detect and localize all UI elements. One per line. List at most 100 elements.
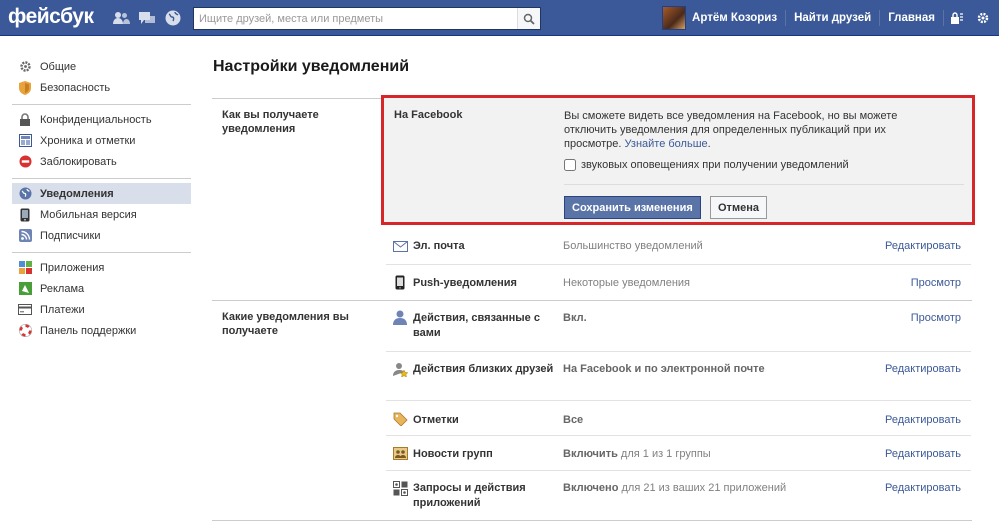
mobile-icon [18, 208, 32, 222]
phone-icon [392, 274, 408, 290]
row-value: Вкл. [563, 311, 587, 326]
list-item-your-activity: Действия, связанные с вами Вкл. Просмотр [386, 301, 971, 351]
envelope-icon [392, 238, 408, 254]
settings-sidebar: Общие Безопасность Конфиденциальность Хр… [12, 52, 191, 347]
sidebar-item-privacy[interactable]: Конфиденциальность [12, 109, 191, 130]
sidebar-group: Общие Безопасность [12, 52, 191, 105]
privacy-shortcuts-icon[interactable] [947, 8, 967, 28]
sidebar-item-notifications[interactable]: Уведомления [12, 183, 191, 204]
edit-link[interactable]: Редактировать [885, 239, 961, 254]
edit-link[interactable]: Редактировать [885, 447, 961, 462]
sound-alerts-option[interactable]: звуковых оповещениях при получении уведо… [564, 159, 849, 171]
sidebar-item-ads[interactable]: Реклама [12, 278, 191, 299]
what-you-get-section: Какие уведомления вы получаете Действия,… [212, 300, 972, 520]
search-button[interactable] [517, 8, 540, 29]
list-item-app-requests: Запросы и действия приложений Включено д… [386, 470, 971, 518]
list-item-group-news: Новости групп Включить для 1 из 1 группы… [386, 435, 971, 470]
row-value-rest: для 21 из ваших 21 приложений [618, 482, 787, 494]
search-icon [523, 13, 535, 25]
row-value: Включить для 1 из 1 группы [563, 447, 711, 462]
sidebar-item-label: Панель поддержки [40, 324, 137, 337]
nav-divider [943, 10, 944, 26]
sidebar-item-timeline[interactable]: Хроника и отметки [12, 130, 191, 151]
find-friends-link[interactable]: Найти друзей [786, 12, 879, 24]
row-value: Включено для 21 из ваших 21 приложений [563, 481, 786, 496]
row-name: Push-уведомления [413, 277, 517, 289]
row-name: Новости групп [413, 448, 493, 460]
save-changes-button[interactable]: Сохранить изменения [564, 196, 701, 219]
edit-link[interactable]: Редактировать [885, 481, 961, 496]
section-label: Какие уведомления вы получаете [222, 311, 349, 337]
sidebar-item-label: Мобильная версия [40, 208, 137, 221]
divider [564, 184, 964, 185]
notification-settings-main: Настройки уведомлений Как вы получаете у… [212, 58, 975, 521]
sidebar-item-general[interactable]: Общие [12, 56, 191, 77]
search-input[interactable] [194, 8, 514, 29]
sidebar-item-blocking[interactable]: Заблокировать [12, 151, 191, 172]
row-value-bold: Вкл. [563, 312, 587, 324]
list-item-tags: Отметки Все Редактировать [386, 400, 971, 435]
tag-icon [392, 411, 408, 427]
row-value-bold: Все [563, 414, 584, 426]
view-link[interactable]: Просмотр [911, 311, 961, 326]
row-value: Все [563, 413, 583, 428]
sidebar-item-label: Безопасность [40, 81, 111, 94]
sidebar-item-security[interactable]: Безопасность [12, 77, 191, 98]
row-value-bold: На Facebook и по электронной почте [563, 363, 765, 375]
friend-requests-icon[interactable] [112, 9, 130, 27]
rss-icon [18, 229, 32, 243]
notifications-globe-icon[interactable] [164, 9, 182, 27]
sidebar-item-label: Конфиденциальность [40, 113, 152, 126]
row-name: Отметки [413, 414, 459, 426]
ads-icon [18, 282, 32, 296]
avatar[interactable] [662, 6, 687, 30]
sidebar-item-mobile[interactable]: Мобильная версия [12, 204, 191, 225]
facebook-logo[interactable]: фейсбук [8, 5, 94, 29]
sidebar-item-support[interactable]: Панель поддержки [12, 320, 191, 341]
sidebar-item-label: Общие [40, 60, 77, 73]
payments-icon [18, 303, 32, 317]
sidebar-item-followers[interactable]: Подписчики [12, 225, 191, 246]
row-value-bold: Включить [563, 448, 618, 460]
row-name: Эл. почта [413, 240, 465, 252]
on-facebook-panel: На Facebook Вы сможете видеть все уведом… [381, 95, 975, 225]
row-name: Действия близких друзей [413, 363, 554, 375]
row-name: Действия, связанные с вами [413, 312, 540, 339]
profile-link[interactable]: Артём Козориз [692, 12, 785, 24]
edit-link[interactable]: Редактировать [885, 413, 961, 428]
person-icon [392, 309, 408, 325]
row-value: Большинство уведомлений [563, 240, 703, 252]
top-nav: Артём Козориз Найти друзей Главная [662, 0, 999, 36]
sidebar-group: Уведомления Мобильная версия Подписчики [12, 179, 191, 253]
top-bar: фейсбук Артём Козориз Найти друзей Главн… [0, 0, 999, 36]
view-link[interactable]: Просмотр [911, 276, 961, 291]
row-name: Запросы и действия приложений [413, 482, 526, 509]
sidebar-item-label: Платежи [40, 303, 85, 316]
home-link[interactable]: Главная [880, 12, 943, 24]
settings-gear-icon[interactable] [973, 8, 993, 28]
section-label: Как вы получаете уведомления [222, 109, 319, 135]
timeline-icon [18, 134, 32, 148]
sidebar-item-label: Заблокировать [40, 155, 117, 168]
section-divider [212, 520, 972, 521]
page-title: Настройки уведомлений [213, 58, 410, 75]
sidebar-item-payments[interactable]: Платежи [12, 299, 191, 320]
cancel-button[interactable]: Отмена [710, 196, 767, 219]
row-value-bold: Включено [563, 482, 619, 494]
sound-alerts-checkbox[interactable] [564, 159, 576, 171]
gear-icon [18, 60, 32, 74]
messages-icon[interactable] [138, 9, 156, 27]
list-item-close-friends: Действия близких друзей На Facebook и по… [386, 351, 971, 400]
edit-link[interactable]: Редактировать [885, 362, 961, 377]
list-item-email: Эл. почта Большинство уведомлений Редакт… [386, 229, 971, 264]
sound-alerts-label: звуковых оповещениях при получении уведо… [581, 159, 849, 171]
row-value-rest: для 1 из 1 группы [617, 448, 711, 460]
list-item-push: Push-уведомления Некоторые уведомления П… [386, 264, 971, 299]
learn-more-link[interactable]: Узнайте больше [625, 138, 708, 150]
how-you-get-section: Как вы получаете уведомления На Facebook… [212, 95, 975, 300]
sidebar-item-label: Подписчики [40, 229, 101, 242]
sidebar-item-apps[interactable]: Приложения [12, 257, 191, 278]
shield-icon [18, 80, 32, 95]
search-box [193, 7, 541, 30]
sidebar-item-label: Уведомления [40, 187, 114, 200]
